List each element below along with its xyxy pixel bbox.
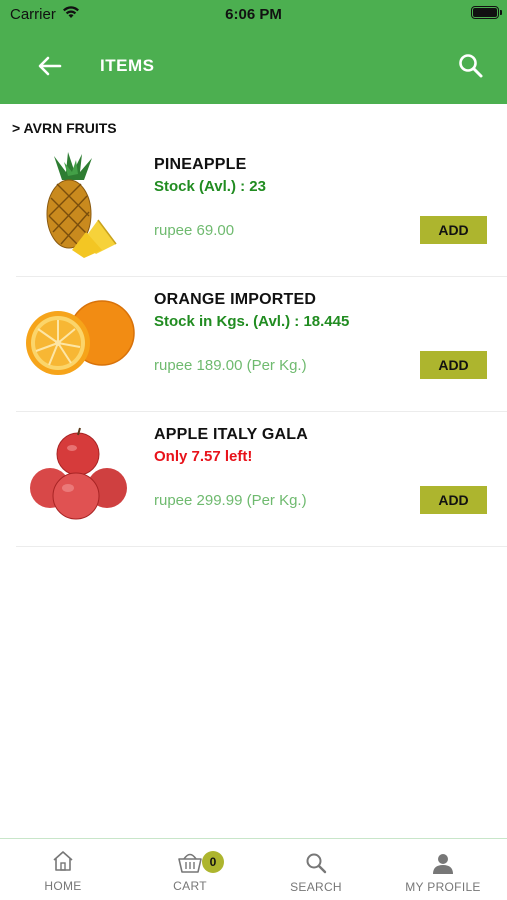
profile-icon xyxy=(433,854,453,874)
apple-image xyxy=(30,427,127,520)
tab-home-label: HOME xyxy=(44,879,82,893)
back-arrow-icon xyxy=(38,56,62,76)
add-button[interactable]: ADD xyxy=(420,216,487,244)
top-app-bar: Carrier 6:06 PM ITEMS xyxy=(0,0,507,104)
product-name: APPLE ITALY GALA xyxy=(154,426,309,443)
back-button[interactable] xyxy=(36,52,64,80)
product-name: ORANGE IMPORTED xyxy=(154,291,317,308)
product-row[interactable]: PINEAPPLE Stock (Avl.) : 23 rupee 69.00 … xyxy=(16,142,507,277)
product-name: PINEAPPLE xyxy=(154,156,247,173)
product-row[interactable]: ORANGE IMPORTED Stock in Kgs. (Avl.) : 1… xyxy=(16,277,507,412)
breadcrumb[interactable]: > AVRN FRUITS xyxy=(12,120,117,136)
add-button[interactable]: ADD xyxy=(420,486,487,514)
stock-label: Stock in Kgs. (Avl.) : 18.445 xyxy=(154,313,350,330)
page-title: ITEMS xyxy=(100,56,155,75)
home-icon xyxy=(53,851,73,871)
tab-search[interactable]: SEARCH xyxy=(253,839,379,900)
status-bar: Carrier 6:06 PM xyxy=(0,0,507,28)
bottom-tab-bar: HOME 0 CART SEARCH MY PROFILE xyxy=(0,838,507,900)
tab-profile[interactable]: MY PROFILE xyxy=(380,839,506,900)
status-time: 6:06 PM xyxy=(225,6,282,23)
price-label: rupee 299.99 (Per Kg.) xyxy=(154,492,307,509)
stock-label: Only 7.57 left! xyxy=(154,448,253,465)
cart-icon xyxy=(178,853,202,873)
battery-icon xyxy=(471,6,502,19)
add-button[interactable]: ADD xyxy=(420,351,487,379)
search-icon xyxy=(459,54,483,78)
price-label: rupee 189.00 (Per Kg.) xyxy=(154,357,307,374)
tab-cart-label: CART xyxy=(173,879,207,893)
price-label: rupee 69.00 xyxy=(154,222,235,239)
pineapple-image xyxy=(46,152,117,258)
search-tab-icon xyxy=(306,853,327,874)
tab-search-label: SEARCH xyxy=(290,880,342,894)
tab-profile-label: MY PROFILE xyxy=(405,880,481,894)
cart-count-badge: 0 xyxy=(202,851,224,873)
search-button[interactable] xyxy=(457,52,485,80)
stock-label: Stock (Avl.) : 23 xyxy=(154,178,266,195)
tab-home[interactable]: HOME xyxy=(0,839,126,900)
orange-image xyxy=(26,300,135,375)
product-row[interactable]: APPLE ITALY GALA Only 7.57 left! rupee 2… xyxy=(16,412,507,547)
tab-cart[interactable]: 0 CART xyxy=(127,839,253,900)
